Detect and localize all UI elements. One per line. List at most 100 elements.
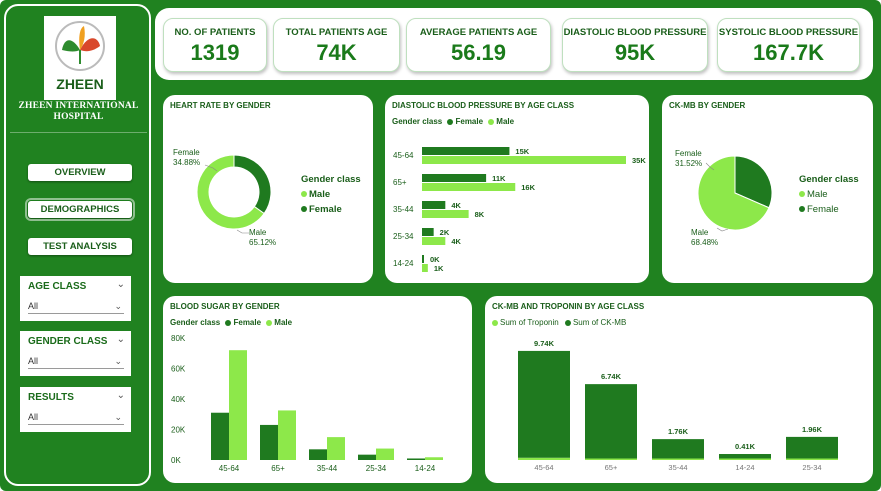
- bar-male-65+[interactable]: [422, 183, 516, 191]
- bar-male-25-34[interactable]: [376, 448, 394, 460]
- bar-male-35-44[interactable]: [327, 437, 345, 460]
- chevron-down-icon: ⌄: [114, 301, 122, 311]
- data-label: 8K: [475, 210, 485, 219]
- bar-troponin-35-44[interactable]: [652, 458, 704, 461]
- bar-female-25-34[interactable]: [358, 454, 376, 460]
- data-label: 15K: [515, 147, 529, 156]
- data-label: 1K: [434, 264, 444, 273]
- legend-title: Gender class: [301, 174, 361, 185]
- nav-overview-button[interactable]: OVERVIEW: [28, 164, 132, 181]
- chevron-down-icon: ⌄: [114, 356, 122, 366]
- ckmb-troponin-panel: CK-MB AND TROPONIN BY AGE CLASS Sum of T…: [485, 296, 873, 483]
- pie-label-male: Male 65.12%: [249, 228, 276, 248]
- legend-swatch: [799, 191, 805, 198]
- kpi-value: 167.7K: [753, 40, 824, 65]
- gender-class-dropdown[interactable]: All ⌄: [28, 355, 124, 369]
- bar-male-45-64[interactable]: [422, 156, 626, 164]
- bar-troponin-65+[interactable]: [585, 458, 637, 461]
- legend-item-male[interactable]: Male: [799, 187, 859, 202]
- category-label: 65+: [393, 178, 407, 187]
- legend-item-female[interactable]: Female: [799, 202, 859, 217]
- chevron-down-icon[interactable]: ⌄: [117, 390, 125, 401]
- bar-male-14-24[interactable]: [422, 264, 428, 272]
- bar-ckmb-45-64[interactable]: [518, 350, 570, 458]
- category-label: 45-64: [393, 151, 414, 160]
- data-label: 4K: [451, 237, 461, 246]
- x-tick-label: 45-64: [534, 463, 553, 472]
- kpi-title: AVERAGE PATIENTS AGE: [419, 27, 538, 38]
- bar-male-14-24[interactable]: [425, 457, 443, 460]
- logo-text: ZHEEN: [56, 76, 104, 92]
- data-label: 9.74K: [534, 339, 555, 348]
- chevron-down-icon[interactable]: ⌄: [117, 279, 125, 290]
- kpi-card-systolic: SYSTOLIC BLOOD PRESSURE 167.7K: [717, 18, 860, 72]
- bar-female-45-64[interactable]: [422, 147, 510, 155]
- slicer-value: All: [28, 356, 39, 366]
- x-tick-label: 25-34: [366, 464, 387, 473]
- bar-female-25-34[interactable]: [422, 228, 434, 236]
- data-label: 0K: [430, 255, 440, 264]
- legend: Gender class Male Female: [799, 172, 859, 217]
- legend-title: Gender class: [799, 174, 859, 185]
- bar-ckmb-14-24[interactable]: [719, 454, 771, 459]
- diastolic-panel: DIASTOLIC BLOOD PRESSURE BY AGE CLASS Ge…: [385, 95, 649, 283]
- bar-female-65+[interactable]: [422, 174, 487, 182]
- data-label: 1.96K: [802, 425, 823, 434]
- bar-female-45-64[interactable]: [211, 412, 229, 460]
- data-label: 1.76K: [668, 427, 689, 436]
- bar-troponin-45-64[interactable]: [518, 457, 570, 460]
- x-tick-label: 65+: [271, 464, 285, 473]
- ckmb-panel: CK-MB BY GENDER Female 31.52% Male 68.48…: [662, 95, 873, 283]
- kpi-value: 74K: [316, 40, 357, 65]
- legend-swatch: [301, 206, 307, 213]
- age-class-dropdown[interactable]: All ⌄: [28, 300, 124, 314]
- y-tick-label: 80K: [171, 334, 186, 343]
- bar-male-45-64[interactable]: [229, 350, 247, 460]
- bar-ckmb-65+[interactable]: [585, 384, 637, 459]
- data-label: 6.74K: [601, 372, 622, 381]
- nav-demographics-button[interactable]: DEMOGRAPHICS: [25, 198, 135, 221]
- kpi-value: 95K: [614, 40, 656, 65]
- bar-male-35-44[interactable]: [422, 210, 469, 218]
- data-label: 16K: [521, 183, 535, 192]
- donut-slice-female[interactable]: [233, 154, 272, 215]
- bar-male-65+[interactable]: [278, 410, 296, 460]
- legend-label: Male: [309, 189, 331, 200]
- bar-female-14-24[interactable]: [407, 458, 425, 460]
- label-name: Female: [173, 148, 200, 157]
- bar-female-65+[interactable]: [260, 424, 278, 460]
- label-pct: 68.48%: [691, 238, 719, 247]
- blood-sugar-bar-chart[interactable]: 0K 20K 40K 60K 80K 45-64 65+ 35-44 25-34 14-24: [163, 296, 472, 483]
- legend-item-female[interactable]: Female: [301, 202, 361, 217]
- bar-ckmb-25-34[interactable]: [786, 436, 838, 459]
- diastolic-bar-chart[interactable]: 45-64 15K35K65+ 11K16K35-44 4K8K25-34 2K4K14…: [385, 95, 649, 283]
- blood-sugar-panel: BLOOD SUGAR BY GENDER Gender class Femal…: [163, 296, 472, 483]
- kpi-card-total-age: TOTAL PATIENTS AGE 74K: [273, 18, 400, 72]
- pie-label-male: Male 68.48%: [691, 228, 718, 248]
- bar-female-14-24[interactable]: [422, 255, 424, 263]
- kpi-title: TOTAL PATIENTS AGE: [285, 27, 388, 38]
- bar-male-25-34[interactable]: [422, 237, 446, 245]
- bar-ckmb-35-44[interactable]: [652, 439, 704, 459]
- bar-female-35-44[interactable]: [422, 201, 446, 209]
- nav-test-analysis-button[interactable]: TEST ANALYSIS: [28, 238, 132, 255]
- leader-line[interactable]: [236, 229, 249, 234]
- x-tick-label: 35-44: [668, 463, 687, 472]
- ckmb-troponin-bar-chart[interactable]: 9.74K 45-64 6.74K 65+ 1.76K 35-44 0.41K 14-24 1.…: [485, 296, 873, 483]
- legend-label: Male: [807, 189, 828, 200]
- kpi-value: 56.19: [450, 40, 507, 65]
- age-class-slicer: AGE CLASS ⌄ All ⌄: [20, 276, 131, 321]
- chevron-down-icon[interactable]: ⌄: [117, 334, 125, 345]
- legend-swatch: [301, 191, 307, 198]
- x-tick-label: 14-24: [735, 463, 754, 472]
- results-dropdown[interactable]: All ⌄: [28, 411, 124, 425]
- legend-label: Female: [807, 204, 839, 215]
- bar-female-35-44[interactable]: [309, 449, 327, 460]
- legend-item-male[interactable]: Male: [301, 187, 361, 202]
- bar-troponin-14-24[interactable]: [719, 458, 771, 461]
- x-tick-label: 14-24: [415, 464, 436, 473]
- bar-troponin-25-34[interactable]: [786, 458, 838, 461]
- results-slicer: RESULTS ⌄ All ⌄: [20, 387, 131, 432]
- y-tick-label: 60K: [171, 365, 186, 374]
- category-label: 35-44: [393, 205, 414, 214]
